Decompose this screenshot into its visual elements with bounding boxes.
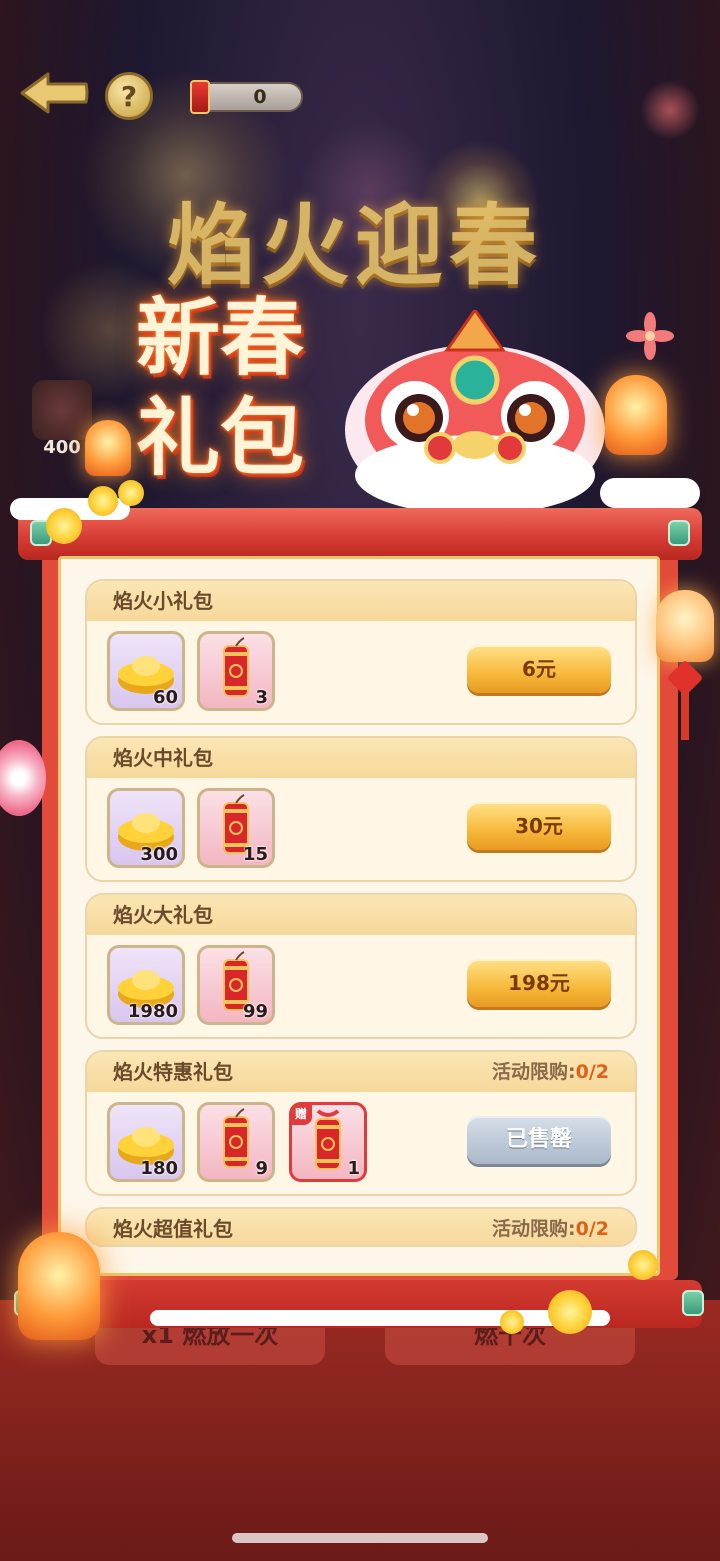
item-quantity: 180	[140, 1158, 178, 1179]
sold-out-button[interactable]: 已售罄	[467, 1116, 611, 1164]
buy-button[interactable]: 198元	[467, 959, 611, 1007]
item-quantity: 1	[347, 1158, 360, 1179]
reward-item: 99	[197, 945, 275, 1025]
purchase-limit-label: 活动限购:	[492, 1218, 576, 1240]
home-indicator	[232, 1533, 488, 1543]
sky-lantern-decoration	[18, 1232, 100, 1340]
gift-pack-title: 焰火特惠礼包	[113, 1060, 233, 1084]
item-quantity: 300	[140, 844, 178, 865]
gift-pack-title: 焰火大礼包	[113, 903, 213, 927]
item-quantity: 99	[242, 1001, 268, 1022]
gift-tag: 赠	[292, 1105, 312, 1125]
lion-dance-head-icon	[345, 310, 605, 515]
knot-decoration-icon	[626, 312, 674, 360]
gift-pack-card: 焰火特惠礼包 活动限购:0/2 180 9 赠 1 已售罄	[85, 1050, 637, 1196]
side-event-count: 400	[43, 437, 81, 458]
reward-item: 60	[107, 631, 185, 711]
hanging-lantern-decoration	[656, 590, 714, 662]
gift-pack-card: 焰火大礼包 1980 99 198元	[85, 893, 637, 1039]
back-arrow-icon	[20, 72, 89, 114]
event-title: 焰火迎春	[166, 193, 543, 297]
reward-item: 1980	[107, 945, 185, 1025]
gift-pack-title: 焰火中礼包	[113, 746, 213, 770]
firecracker-count: 0	[253, 86, 267, 108]
gift-pack-title-line2: 礼包	[135, 388, 304, 487]
purchase-limit-value: 0/2	[575, 1061, 609, 1083]
gift-pack-card: 焰火中礼包 300 15 30元	[85, 736, 637, 882]
gift-pack-title: 焰火小礼包	[113, 589, 213, 613]
reward-item: 15	[197, 788, 275, 868]
side-flower-decoration	[0, 740, 46, 816]
gift-pack-title: 新春 礼包	[100, 290, 340, 500]
flower-decoration	[88, 486, 118, 516]
scroll-cap-icon	[668, 520, 690, 546]
flower-decoration	[628, 1250, 658, 1280]
sky-lantern-decoration	[85, 420, 131, 476]
back-button[interactable]	[18, 70, 90, 116]
help-icon: ?	[120, 79, 138, 113]
flower-decoration	[118, 480, 144, 506]
item-quantity: 60	[152, 687, 178, 708]
gift-pack-card: 焰火超值礼包 活动限购:0/2	[85, 1207, 637, 1247]
item-quantity: 3	[255, 687, 268, 708]
item-quantity: 9	[255, 1158, 268, 1179]
firecracker-icon	[190, 80, 210, 114]
flower-decoration	[46, 508, 82, 544]
item-quantity: 15	[242, 844, 268, 865]
firework-decoration	[640, 80, 700, 140]
purchase-limit: 活动限购:0/2	[492, 1215, 609, 1243]
flower-decoration	[500, 1310, 524, 1334]
gift-pack-title: 焰火超值礼包	[113, 1217, 233, 1241]
reward-item: 300	[107, 788, 185, 868]
reward-item: 180	[107, 1102, 185, 1182]
item-quantity: 1980	[127, 1001, 178, 1022]
bonus-reward-item: 赠 1	[289, 1102, 367, 1182]
purchase-limit: 活动限购:0/2	[492, 1058, 609, 1086]
purchase-limit-label: 活动限购:	[492, 1061, 576, 1083]
reward-item: 3	[197, 631, 275, 711]
gift-pack-card: 焰火小礼包 60 3 6元	[85, 579, 637, 725]
snow-decoration	[600, 478, 700, 508]
side-event-icon	[32, 380, 92, 440]
gift-pack-title-line1: 新春	[135, 288, 304, 387]
flower-decoration	[548, 1290, 592, 1334]
sky-lantern-decoration	[605, 375, 667, 455]
tassel-decoration	[681, 690, 689, 740]
buy-button[interactable]: 6元	[467, 645, 611, 693]
scroll-cap-icon	[682, 1290, 704, 1316]
help-button[interactable]: ?	[105, 72, 153, 120]
snow-decoration	[150, 1310, 610, 1326]
reward-item: 9	[197, 1102, 275, 1182]
buy-button[interactable]: 30元	[467, 802, 611, 850]
purchase-limit-value: 0/2	[575, 1218, 609, 1240]
gift-pack-list[interactable]: 焰火小礼包 60 3 6元 焰火中礼包 300 15 30元 焰火大礼包 198…	[58, 556, 660, 1276]
